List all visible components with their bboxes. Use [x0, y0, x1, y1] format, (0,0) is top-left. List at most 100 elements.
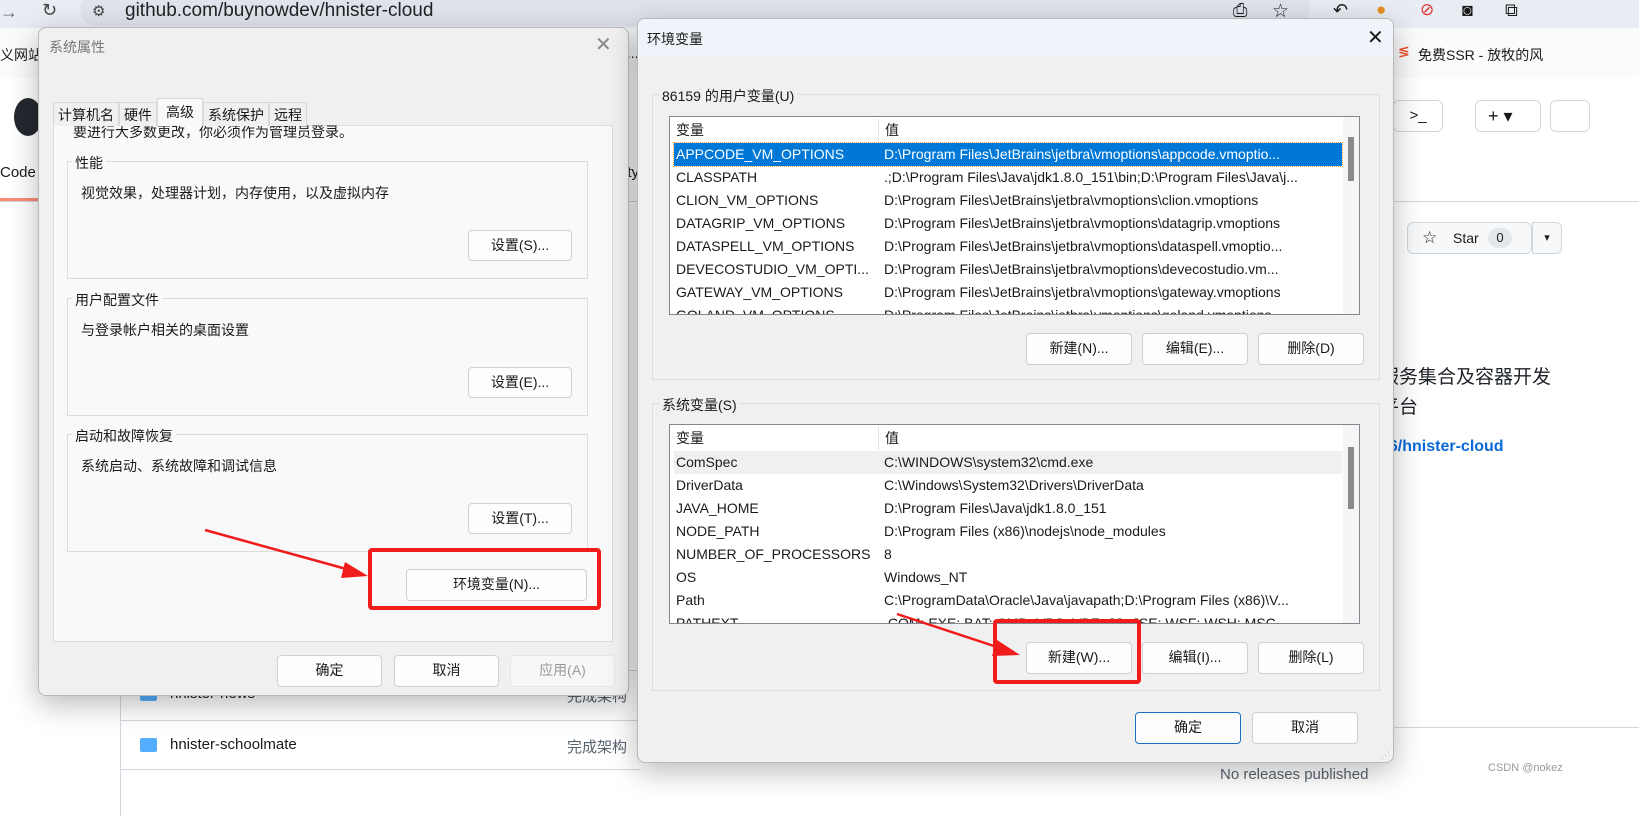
startup-recovery-settings-button[interactable]: 设置(T)...	[468, 503, 572, 534]
extension-icon[interactable]: ●	[1376, 0, 1386, 20]
user-profiles-settings-button[interactable]: 设置(E)...	[468, 367, 572, 398]
tab-code[interactable]: Code	[0, 164, 36, 181]
scrollbar[interactable]	[1343, 117, 1359, 314]
url-text[interactable]: github.com/buynowdev/hnister-cloud	[125, 0, 433, 22]
bookmark-favicon-icon: ≶	[1398, 43, 1410, 59]
variable-row[interactable]: OS Windows_NT	[674, 566, 1342, 589]
variable-name: ComSpec	[676, 454, 738, 470]
variable-row[interactable]: NUMBER_OF_PROCESSORS 8	[674, 543, 1342, 566]
column-header-variable[interactable]: 变量	[676, 119, 876, 142]
ok-button[interactable]: 确定	[277, 655, 382, 687]
create-new-button[interactable]: + ▾	[1475, 100, 1541, 132]
star-list-dropdown[interactable]: ▾	[1532, 222, 1562, 254]
dialog-title: 系统属性	[49, 39, 105, 55]
variable-name: NUMBER_OF_PROCESSORS	[676, 546, 871, 562]
star-count: 0	[1488, 228, 1512, 248]
variable-row[interactable]: CLION_VM_OPTIONS D:\Program Files\JetBrai…	[674, 189, 1342, 212]
reload-icon[interactable]: ↻	[42, 0, 57, 21]
star-button[interactable]: ☆ Star 0	[1407, 222, 1532, 254]
variable-name: DriverData	[676, 477, 743, 493]
variable-row[interactable]: CLASSPATH .;D:\Program Files\Java\jdk1.8.…	[674, 166, 1342, 189]
site-settings-icon[interactable]: ⚙	[92, 2, 105, 20]
system-delete-button[interactable]: 删除(L)	[1258, 642, 1364, 674]
bookmark-item[interactable]: 义网站	[0, 45, 42, 65]
variable-row[interactable]: DEVECOSTUDIO_VM_OPTI... D:\Program Files\…	[674, 258, 1342, 281]
repo-description: 服务集合及容器开发	[1380, 367, 1552, 388]
tab-system-protection[interactable]: 系统保护	[203, 102, 269, 126]
variable-row[interactable]: GATEWAY_VM_OPTIONS D:\Program Files\JetBr…	[674, 281, 1342, 304]
column-header-value[interactable]: 值	[878, 119, 1338, 142]
tab-strip: 计算机名 硬件 高级 系统保护 远程	[53, 98, 307, 126]
tab-remote[interactable]: 远程	[269, 102, 307, 126]
user-variables-list[interactable]: 变量值 APPCODE_VM_OPTIONS D:\Program Files\J…	[669, 116, 1360, 315]
extensions-puzzle-icon[interactable]: ⧉	[1505, 0, 1518, 21]
group-label: 86159 的用户变量(U)	[659, 86, 798, 106]
variable-row[interactable]: ComSpec C:\WINDOWS\system32\cmd.exe	[674, 451, 1342, 474]
variable-value: D:\Program Files\Java\jdk1.8.0_151	[884, 500, 1107, 516]
system-edit-button[interactable]: 编辑(I)...	[1142, 642, 1248, 674]
title-bar: 环境变量 ✕	[638, 19, 1393, 57]
variable-name: Path	[676, 592, 705, 608]
variable-row[interactable]: APPCODE_VM_OPTIONS D:\Program Files\JetBr…	[673, 142, 1343, 167]
no-releases-text: No releases published	[1220, 766, 1369, 783]
variable-row[interactable]: GOLAND_VM_OPTIONS D:\Program Files\JetBra…	[674, 304, 1342, 315]
column-header-value[interactable]: 值	[878, 427, 1338, 450]
tab-computer-name[interactable]: 计算机名	[53, 102, 119, 126]
variable-name: CLASSPATH	[676, 169, 758, 185]
bookmark-item[interactable]: 免费SSR - 放牧的风	[1418, 45, 1543, 65]
variable-value: .;D:\Program Files\Java\jdk1.8.0_151\bin…	[884, 169, 1298, 185]
variable-row[interactable]: Path C:\ProgramData\Oracle\Java\javapath;…	[674, 589, 1342, 612]
variable-value: D:\Program Files\JetBrains\jetbra\vmopti…	[884, 215, 1281, 231]
commit-message[interactable]: 完成架构	[567, 736, 627, 757]
scrollbar[interactable]	[1343, 425, 1359, 623]
cancel-button[interactable]: 取消	[394, 655, 499, 687]
user-edit-button[interactable]: 编辑(E)...	[1142, 333, 1248, 365]
variable-value: D:\Program Files (x86)\nodejs\node_modul…	[884, 523, 1166, 539]
tab-hardware[interactable]: 硬件	[119, 102, 157, 126]
variable-name: PATHEXT	[676, 615, 739, 624]
variable-value: 8	[884, 546, 892, 562]
close-icon[interactable]: ✕	[1367, 25, 1384, 50]
variable-row[interactable]: DriverData C:\Windows\System32\Drivers\Dr…	[674, 474, 1342, 497]
group-description: 视觉效果，处理器计划，内存使用，以及虚拟内存	[81, 185, 389, 201]
variable-row[interactable]: DATAGRIP_VM_OPTIONS D:\Program Files\JetB…	[674, 212, 1342, 235]
variable-value: D:\Program Files\JetBrains\jetbra\vmopti…	[884, 238, 1283, 254]
variable-value: D:\Program Files\JetBrains\jetbra\vmopti…	[884, 284, 1281, 300]
extension-icon[interactable]: ⊘	[1420, 0, 1434, 20]
variable-value: C:\ProgramData\Oracle\Java\javapath;D:\P…	[884, 592, 1289, 608]
ok-button[interactable]: 确定	[1135, 712, 1241, 744]
variable-row[interactable]: DATASPELL_VM_OPTIONS D:\Program Files\Jet…	[674, 235, 1342, 258]
column-header-variable[interactable]: 变量	[676, 427, 876, 450]
file-row[interactable]: hnister-schoolmate 完成架构	[120, 720, 640, 770]
variable-name: GOLAND_VM_OPTIONS	[676, 307, 835, 315]
user-profiles-group: 用户配置文件 与登录帐户相关的桌面设置 设置(E)...	[67, 290, 588, 416]
variable-row[interactable]: NODE_PATH D:\Program Files (x86)\nodejs\n…	[674, 520, 1342, 543]
system-variables-list[interactable]: 变量值 ComSpec C:\WINDOWS\system32\cmd.exe Dr…	[669, 424, 1360, 624]
cancel-button[interactable]: 取消	[1252, 712, 1358, 744]
variable-name: JAVA_HOME	[676, 500, 759, 516]
star-label: Star	[1453, 230, 1479, 246]
command-palette-button[interactable]: >_	[1393, 100, 1443, 132]
group-description: 与登录帐户相关的桌面设置	[81, 322, 249, 338]
forward-icon[interactable]: →	[0, 2, 18, 23]
group-label: 启动和故障恢复	[72, 426, 176, 446]
variable-row[interactable]: JAVA_HOME D:\Program Files\Java\jdk1.8.0_…	[674, 497, 1342, 520]
user-delete-button[interactable]: 删除(D)	[1258, 333, 1364, 365]
apply-button[interactable]: 应用(A)	[510, 655, 615, 687]
user-new-button[interactable]: 新建(N)...	[1026, 333, 1132, 365]
variable-value: Windows_NT	[884, 569, 968, 585]
tab-advanced[interactable]: 高级	[157, 98, 203, 126]
resize-grip-icon[interactable]: ⋰	[1381, 750, 1390, 761]
issues-button[interactable]	[1550, 100, 1590, 132]
file-name[interactable]: hnister-schoolmate	[170, 736, 297, 753]
extension-icon[interactable]: ◙	[1462, 0, 1473, 21]
variable-value: C:\Windows\System32\Drivers\DriverData	[884, 477, 1144, 493]
variable-value: D:\Program Files\JetBrains\jetbra\vmopti…	[884, 307, 1272, 315]
watermark: CSDN @nokez	[1488, 762, 1563, 774]
group-label: 性能	[72, 153, 106, 173]
close-icon[interactable]: ✕	[595, 32, 612, 57]
star-icon: ☆	[1422, 228, 1438, 247]
variable-name: APPCODE_VM_OPTIONS	[676, 146, 845, 162]
repo-website-link[interactable]: 96/hnister-cloud	[1380, 438, 1504, 456]
performance-settings-button[interactable]: 设置(S)...	[468, 230, 572, 261]
